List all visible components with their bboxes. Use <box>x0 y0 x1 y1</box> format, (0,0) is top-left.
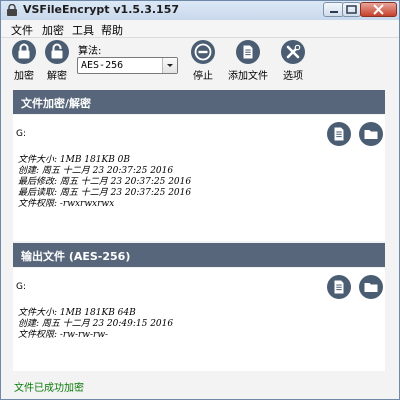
output-file-permissions: 文件权限: -rw-rw-rw- <box>18 330 109 340</box>
input-file-permissions: 文件权限: -rwxrwxrwx <box>18 199 115 209</box>
output-file-size: 文件大小: 1MB 181KB 64B <box>18 308 136 318</box>
lock-icon <box>12 40 36 64</box>
maximize-icon <box>346 5 357 14</box>
algorithm-select[interactable]: AES-256 <box>77 57 178 74</box>
stop-label: 停止 <box>193 71 213 82</box>
encrypt-label: 加密 <box>14 71 34 82</box>
output-section-header: 输出文件 (AES-256) <box>13 243 385 267</box>
menu-tools[interactable]: 工具 <box>72 22 94 38</box>
options-label: 选项 <box>283 71 303 82</box>
encrypt-button[interactable]: 加密 <box>11 40 37 82</box>
close-icon <box>373 4 384 15</box>
input-section-title: 文件加密/解密 <box>21 97 92 110</box>
title-bar[interactable]: VSFileEncrypt v1.5.3.157 <box>1 1 399 20</box>
tools-icon <box>281 40 305 64</box>
output-open-folder-button[interactable] <box>359 275 383 299</box>
maximize-button[interactable] <box>342 2 361 17</box>
input-file-created: 创建: 周五 十二月 23 20:37:25 2016 <box>18 166 174 176</box>
dropdown-arrow[interactable] <box>162 58 177 73</box>
add-file-button[interactable]: 添加文件 <box>227 40 269 82</box>
close-button[interactable] <box>360 2 397 17</box>
algorithm-value: AES-256 <box>81 60 124 71</box>
toolbar: 加密 解密 停止 添加文件 选项 <box>1 38 399 82</box>
input-file-size: 文件大小: 1MB 181KB 0B <box>18 155 131 165</box>
stop-icon <box>191 40 215 64</box>
algorithm-label: 算法: <box>78 46 102 57</box>
output-file-created: 创建: 周五 十二月 23 20:49:15 2016 <box>18 319 174 329</box>
minimize-button[interactable] <box>323 2 344 17</box>
input-section-header: 文件加密/解密 <box>13 90 385 114</box>
input-file-details-button[interactable] <box>327 122 351 146</box>
input-file-panel: G: 文件大小: 1MB 181KB 0B 创建: 周五 十二月 23 20:3… <box>13 115 385 241</box>
document-icon <box>334 127 344 141</box>
options-button[interactable]: 选项 <box>280 40 306 82</box>
output-file-path: G: <box>16 282 27 292</box>
chevron-down-icon <box>167 64 173 67</box>
minimize-icon <box>330 11 338 13</box>
document-icon <box>334 280 344 294</box>
output-section-title: 输出文件 (AES-256) <box>21 250 131 263</box>
folder-icon <box>364 283 378 292</box>
input-file-accessed: 最后读取: 周五 十二月 23 20:37:25 2016 <box>18 188 192 198</box>
document-icon <box>236 40 260 64</box>
add-file-label: 添加文件 <box>228 71 268 82</box>
input-open-folder-button[interactable] <box>359 122 383 146</box>
app-window: VSFileEncrypt v1.5.3.157 文件 加密 工具 帮助 加密 <box>0 0 400 400</box>
decrypt-label: 解密 <box>47 71 67 82</box>
app-lock-icon <box>7 4 17 16</box>
status-message: 文件已成功加密 <box>14 383 84 394</box>
unlock-icon <box>45 40 69 64</box>
folder-icon <box>364 130 378 139</box>
menu-encrypt[interactable]: 加密 <box>42 22 64 38</box>
decrypt-button[interactable]: 解密 <box>44 40 70 82</box>
output-file-panel: G: 文件大小: 1MB 181KB 64B 创建: 周五 十二月 23 20:… <box>13 268 385 371</box>
stop-button[interactable]: 停止 <box>190 40 216 82</box>
output-file-details-button[interactable] <box>327 275 351 299</box>
menu-file[interactable]: 文件 <box>11 22 33 38</box>
window-title: VSFileEncrypt v1.5.3.157 <box>23 3 180 16</box>
menu-help[interactable]: 帮助 <box>101 22 123 38</box>
input-file-modified: 最后修改: 周五 十二月 23 20:37:25 2016 <box>18 177 192 187</box>
input-file-path: G: <box>16 129 27 139</box>
menu-bar: 文件 加密 工具 帮助 <box>1 20 399 38</box>
